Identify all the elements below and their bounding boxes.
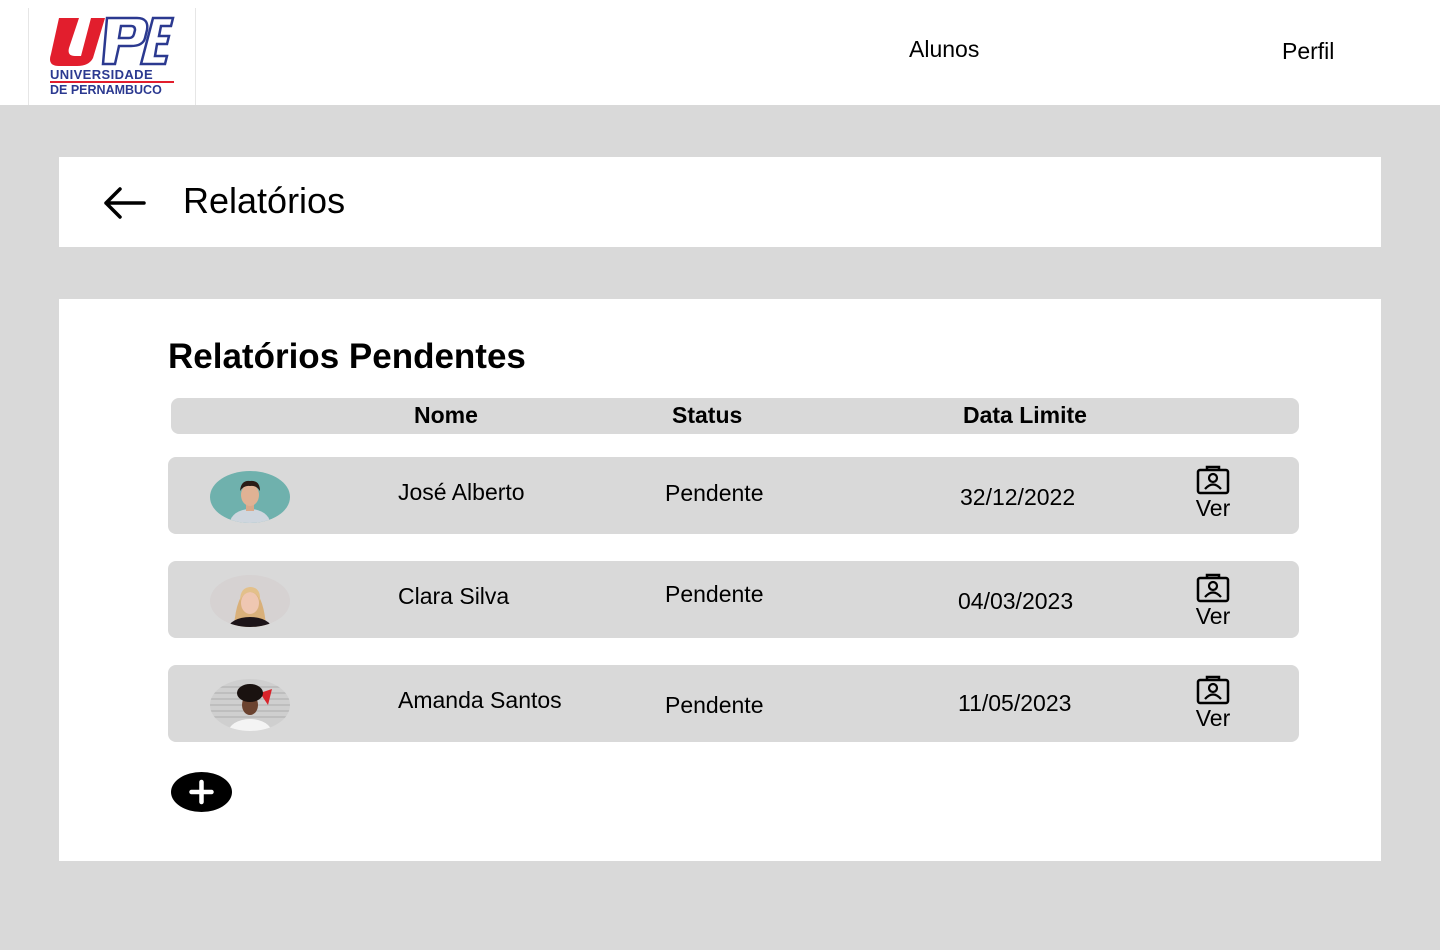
report-card-icon xyxy=(1196,675,1230,705)
row-name: Amanda Santos xyxy=(398,687,562,713)
table-row: Amanda Santos Pendente 11/05/2023 Ver xyxy=(168,665,1299,742)
row-status: Pendente xyxy=(665,480,764,506)
upe-logo[interactable]: UNIVERSIDADE DE PERNAMBUCO xyxy=(28,8,196,105)
ver-button[interactable]: Ver xyxy=(1183,465,1243,527)
add-report-button[interactable] xyxy=(171,772,232,812)
top-navbar: UNIVERSIDADE DE PERNAMBUCO Alunos Perfil xyxy=(0,0,1440,105)
logo-line-1: UNIVERSIDADE xyxy=(50,67,154,82)
row-status: Pendente xyxy=(665,692,764,718)
ver-button[interactable]: Ver xyxy=(1183,675,1243,737)
avatar xyxy=(210,679,290,731)
report-card-icon xyxy=(1196,573,1230,603)
avatar xyxy=(210,575,290,627)
row-data-limite: 11/05/2023 xyxy=(958,690,1072,716)
nav-perfil[interactable]: Perfil xyxy=(1282,38,1334,65)
row-name: José Alberto xyxy=(398,479,525,505)
column-header-nome: Nome xyxy=(414,402,478,428)
ver-button[interactable]: Ver xyxy=(1183,573,1243,635)
section-title: Relatórios Pendentes xyxy=(168,337,526,376)
ver-label: Ver xyxy=(1195,495,1231,521)
ver-label: Ver xyxy=(1195,603,1231,629)
row-status: Pendente xyxy=(665,581,764,607)
plus-icon xyxy=(189,779,214,805)
table-row: Clara Silva Pendente 04/03/2023 Ver xyxy=(168,561,1299,638)
row-name: Clara Silva xyxy=(398,583,510,609)
row-data-limite: 32/12/2022 xyxy=(960,484,1076,510)
avatar xyxy=(210,471,290,523)
arrow-left-icon[interactable] xyxy=(102,185,146,221)
row-data-limite: 04/03/2023 xyxy=(958,588,1074,614)
column-header-status: Status xyxy=(672,402,743,428)
column-header-data-limite: Data Limite xyxy=(963,402,1087,428)
ver-label: Ver xyxy=(1195,705,1231,731)
table-header: Nome Status Data Limite xyxy=(171,398,1299,434)
table-row: José Alberto Pendente 32/12/2022 Ver xyxy=(168,457,1299,534)
pending-reports-card: Relatórios Pendentes Nome Status Data Li… xyxy=(59,299,1381,861)
page-title: Relatórios xyxy=(183,180,346,221)
page-header-card: Relatórios xyxy=(59,157,1381,247)
report-card-icon xyxy=(1196,465,1230,495)
upe-logo-mark xyxy=(50,16,175,66)
logo-line-2: DE PERNAMBUCO xyxy=(50,83,162,97)
nav-alunos[interactable]: Alunos xyxy=(909,36,979,63)
